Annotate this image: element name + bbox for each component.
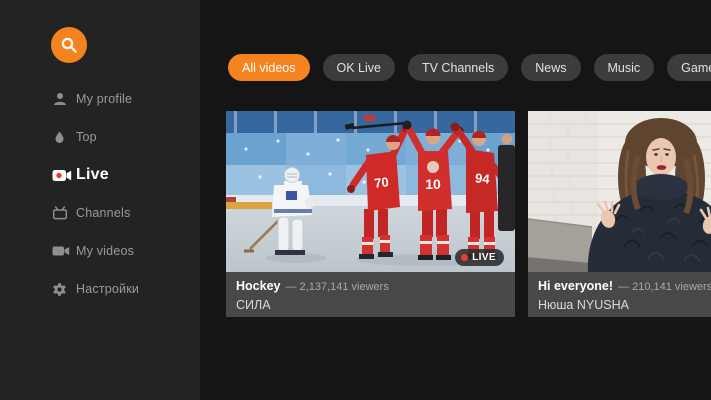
- sidebar-item-label: Top: [76, 130, 97, 144]
- sidebar-item-label: Настройки: [76, 282, 139, 296]
- hockey-illustration: 70: [226, 111, 515, 272]
- sidebar-item-settings[interactable]: Настройки: [0, 270, 200, 308]
- hockey-thumbnail: 70: [226, 111, 515, 272]
- video-subtitle: СИЛА: [236, 297, 505, 313]
- live-badge: LIVE: [455, 249, 504, 266]
- sidebar-item-my-videos[interactable]: My videos: [0, 232, 200, 270]
- sidebar: My profile Top Live Channels My videos: [0, 0, 200, 400]
- app-screen: { "colors": { "accent_orange": "#F5831F"…: [0, 0, 711, 400]
- tab-games[interactable]: Games: [667, 54, 711, 81]
- drop-icon: [52, 130, 72, 145]
- tv-icon: [52, 205, 72, 221]
- tab-music[interactable]: Music: [594, 54, 655, 81]
- search-icon: [60, 36, 78, 54]
- video-card-hi-everyone[interactable]: Hi everyone! — 210,141 viewers Нюша NYUSH…: [528, 111, 711, 317]
- sidebar-item-label: Live: [76, 166, 109, 184]
- viewer-count: — 2,137,141 viewers: [285, 281, 388, 293]
- video-info: Hi everyone! — 210,141 viewers Нюша NYUSH…: [528, 272, 711, 317]
- category-tabs: All videos OK Live TV Channels News Musi…: [228, 54, 711, 81]
- tab-all-videos[interactable]: All videos: [228, 54, 310, 81]
- search-button[interactable]: [51, 27, 87, 63]
- person-icon: [52, 91, 72, 107]
- svg-text:70: 70: [373, 174, 389, 191]
- live-camera-icon: [52, 168, 72, 183]
- sidebar-item-channels[interactable]: Channels: [0, 194, 200, 232]
- vlogger-illustration: [528, 111, 711, 272]
- sidebar-menu: My profile Top Live Channels My videos: [0, 80, 200, 308]
- video-title: Hockey: [236, 279, 280, 293]
- live-dot-icon: [461, 254, 468, 261]
- svg-text:10: 10: [425, 176, 441, 192]
- sidebar-item-label: My videos: [76, 244, 134, 258]
- sidebar-item-top[interactable]: Top: [0, 118, 200, 156]
- sidebar-item-live[interactable]: Live: [0, 156, 200, 194]
- video-subtitle: Нюша NYUSHA: [538, 297, 711, 313]
- video-cards: 70: [226, 111, 711, 317]
- tab-tv-channels[interactable]: TV Channels: [408, 54, 508, 81]
- tab-ok-live[interactable]: OK Live: [323, 54, 395, 81]
- hi-everyone-thumbnail: [528, 111, 711, 272]
- sidebar-item-my-profile[interactable]: My profile: [0, 80, 200, 118]
- video-info: Hockey — 2,137,141 viewers СИЛА: [226, 272, 515, 317]
- tab-news[interactable]: News: [521, 54, 580, 81]
- camcorder-icon: [52, 244, 72, 258]
- sidebar-item-label: My profile: [76, 92, 132, 106]
- video-title: Hi everyone!: [538, 279, 613, 293]
- gear-icon: [52, 282, 72, 297]
- svg-text:94: 94: [475, 170, 491, 186]
- video-card-hockey[interactable]: 70: [226, 111, 515, 317]
- viewer-count: — 210,141 viewers: [618, 281, 711, 293]
- sidebar-item-label: Channels: [76, 206, 130, 220]
